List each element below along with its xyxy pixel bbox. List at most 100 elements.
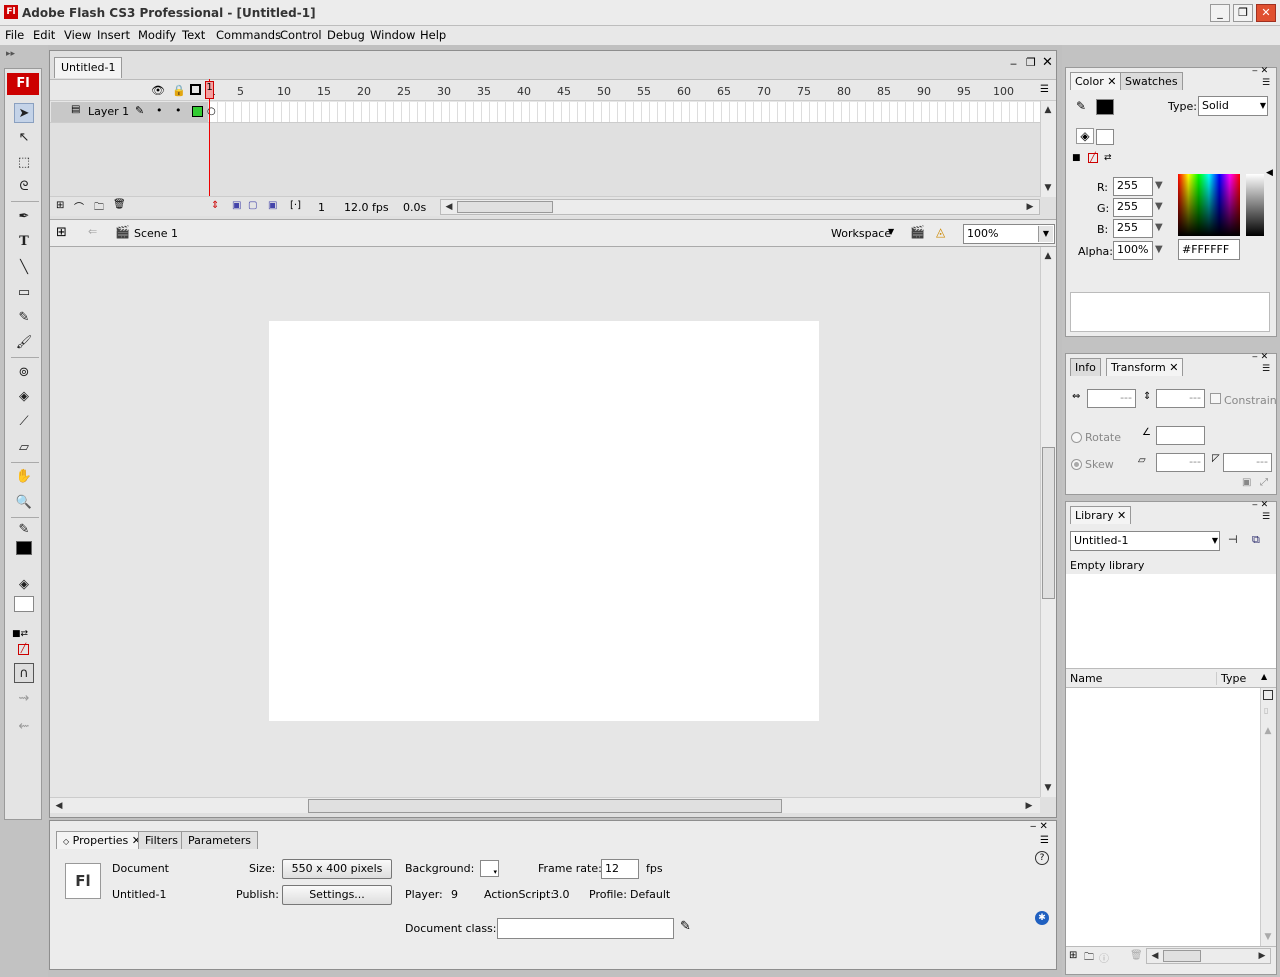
scroll-left-icon[interactable]: ◀ <box>1148 949 1162 963</box>
no-color-icon[interactable]: ╱ <box>1088 153 1098 163</box>
chevron-down-icon[interactable]: ▼ <box>1038 226 1053 242</box>
layer-name-cell[interactable]: ▤ Layer 1 ✎ • • <box>51 102 208 122</box>
tab-info[interactable]: Info <box>1070 358 1101 376</box>
panel-menu-icon[interactable]: ☰ <box>1262 364 1270 374</box>
alpha-input[interactable]: 100% <box>1113 241 1153 260</box>
menu-file[interactable]: File <box>5 28 24 42</box>
text-tool-icon[interactable]: T <box>14 232 34 252</box>
skew-radio[interactable] <box>1071 459 1082 470</box>
eraser-tool-icon[interactable]: ▱ <box>14 438 34 458</box>
menu-commands[interactable]: Commands <box>216 28 281 42</box>
tab-transform[interactable]: Transform ✕ <box>1106 358 1184 376</box>
chevron-down-icon[interactable]: ▼ <box>1260 98 1266 114</box>
layer-row[interactable]: ▤ Layer 1 ✎ • • ○ <box>50 101 1040 123</box>
tab-swatches[interactable]: Swatches <box>1120 72 1183 90</box>
accessibility-icon[interactable]: ✱ <box>1035 911 1049 925</box>
g-input[interactable]: 255 <box>1113 198 1153 217</box>
panel-minimize-icon[interactable]: ‒ ✕ <box>1252 352 1268 362</box>
line-tool-icon[interactable]: ╲ <box>14 258 34 278</box>
settings-button[interactable]: Settings... <box>282 885 392 905</box>
zoom-select[interactable]: 100% ▼ <box>963 224 1055 244</box>
stage-vscroll[interactable]: ▲ ▼ <box>1040 247 1056 797</box>
tab-properties[interactable]: ◇ Properties ✕ <box>56 831 148 849</box>
lasso-tool-icon[interactable]: ᘓ <box>14 177 34 197</box>
scene-label[interactable]: Scene 1 <box>134 227 178 240</box>
reset-transform-icon[interactable]: ⤢ <box>1260 477 1268 488</box>
scroll-thumb[interactable] <box>1042 447 1055 599</box>
stroke-pencil-icon[interactable]: ✎ <box>1076 99 1086 113</box>
delete-icon[interactable]: 🗑 <box>1130 950 1143 961</box>
playhead-marker[interactable]: 1 <box>205 81 214 99</box>
paint-bucket-tool-icon[interactable]: ◈ <box>14 387 34 407</box>
type-column-header[interactable]: Type <box>1216 672 1246 685</box>
doc-close-icon[interactable]: ✕ <box>1042 55 1053 70</box>
scroll-down-icon[interactable]: ▼ <box>1041 781 1055 795</box>
timeline-menu-icon[interactable]: ☰ <box>1040 84 1049 95</box>
insert-layer-icon[interactable]: ⊞ <box>56 200 64 211</box>
scroll-left-icon[interactable]: ◀ <box>442 200 456 214</box>
rotate-input[interactable] <box>1156 426 1205 445</box>
rotate-radio[interactable] <box>1071 432 1082 443</box>
edit-multiple-frames-icon[interactable]: ▣ <box>268 200 277 211</box>
document-tab[interactable]: Untitled-1 <box>54 57 123 78</box>
panel-minimize-icon[interactable]: ‒ ✕ <box>1252 500 1268 510</box>
scroll-thumb[interactable] <box>308 799 782 813</box>
background-color-swatch[interactable]: ▾ <box>480 860 499 877</box>
close-icon[interactable]: ✕ <box>1107 75 1116 88</box>
menu-text[interactable]: Text <box>182 28 205 42</box>
fill-type-select[interactable]: Solid ▼ <box>1198 96 1268 116</box>
scroll-down-icon[interactable]: ▼ <box>1261 930 1275 944</box>
scroll-right-icon[interactable]: ▶ <box>1022 799 1036 813</box>
panel-minimize-icon[interactable]: ‒ ✕ <box>1030 821 1048 832</box>
scroll-up-icon[interactable]: ▲ <box>1041 249 1055 263</box>
fill-color-swatch[interactable] <box>1096 129 1114 145</box>
stroke-color-swatch[interactable] <box>1096 99 1114 115</box>
pin-library-icon[interactable]: ⊣ <box>1228 533 1238 546</box>
layer-color-outline-icon[interactable] <box>192 106 203 117</box>
stage-pasteboard[interactable] <box>50 247 1040 797</box>
tab-parameters[interactable]: Parameters <box>181 831 258 849</box>
library-document-select[interactable]: Untitled-1 ▼ <box>1070 531 1220 551</box>
minimize-button[interactable]: _ <box>1210 4 1230 22</box>
ink-bottle-tool-icon[interactable]: ⊚ <box>14 363 34 383</box>
default-colors-icon[interactable]: ■⇄ <box>12 629 28 639</box>
chevron-down-icon[interactable]: ▼ <box>1155 201 1163 212</box>
smooth-icon[interactable]: ⇝ <box>14 689 34 709</box>
name-column-header[interactable]: Name <box>1070 672 1102 685</box>
panel-menu-icon[interactable]: ☰ <box>1262 512 1270 522</box>
close-button[interactable]: ✕ <box>1256 4 1276 22</box>
default-colors-icon[interactable]: ■ <box>1072 153 1081 163</box>
stroke-color-swatch[interactable] <box>16 541 32 555</box>
menu-view[interactable]: View <box>64 28 91 42</box>
r-input[interactable]: 255 <box>1113 177 1153 196</box>
chevron-down-icon[interactable]: ▼ <box>888 227 894 236</box>
copy-transform-icon[interactable]: ▣ <box>1242 477 1251 488</box>
scroll-down-icon[interactable]: ▼ <box>1041 181 1055 195</box>
add-motion-guide-icon[interactable]: ⌒ <box>74 199 84 214</box>
sort-icon[interactable]: ▲ <box>1261 672 1267 681</box>
workspace-menu[interactable]: Workspace <box>831 227 891 240</box>
doc-minimize-icon[interactable]: ‒ <box>1010 57 1017 70</box>
swap-colors-icon[interactable]: ⇄ <box>1104 153 1112 163</box>
frames-grid[interactable] <box>210 102 1040 122</box>
chevron-down-icon[interactable]: ▼ <box>1155 180 1163 191</box>
constrain-checkbox[interactable] <box>1210 393 1221 404</box>
scroll-left-icon[interactable]: ◀ <box>52 799 66 813</box>
hand-tool-icon[interactable]: ✋ <box>14 467 34 487</box>
menu-edit[interactable]: Edit <box>33 28 55 42</box>
modify-onion-markers-icon[interactable]: [·] <box>290 200 301 211</box>
edit-class-pencil-icon[interactable]: ✎ <box>680 919 691 934</box>
brightness-arrow-icon[interactable]: ◀ <box>1266 168 1273 178</box>
hex-input[interactable]: #FFFFFF <box>1178 239 1240 260</box>
size-button[interactable]: 550 x 400 pixels <box>282 859 392 879</box>
insert-folder-icon[interactable]: 🗀 <box>94 200 104 217</box>
brightness-slider[interactable] <box>1246 174 1264 236</box>
lock-icon[interactable]: 🔒 <box>172 84 186 97</box>
delete-layer-icon[interactable]: 🗑 <box>113 199 126 210</box>
pen-tool-icon[interactable]: ✒ <box>14 207 34 227</box>
doc-restore-icon[interactable]: ❐ <box>1026 56 1036 69</box>
wide-view-icon[interactable] <box>1263 690 1273 700</box>
framerate-input[interactable]: 12 <box>601 859 639 879</box>
timeline-toggle-icon[interactable]: ⊞ <box>56 225 67 240</box>
menu-help[interactable]: Help <box>420 28 446 42</box>
